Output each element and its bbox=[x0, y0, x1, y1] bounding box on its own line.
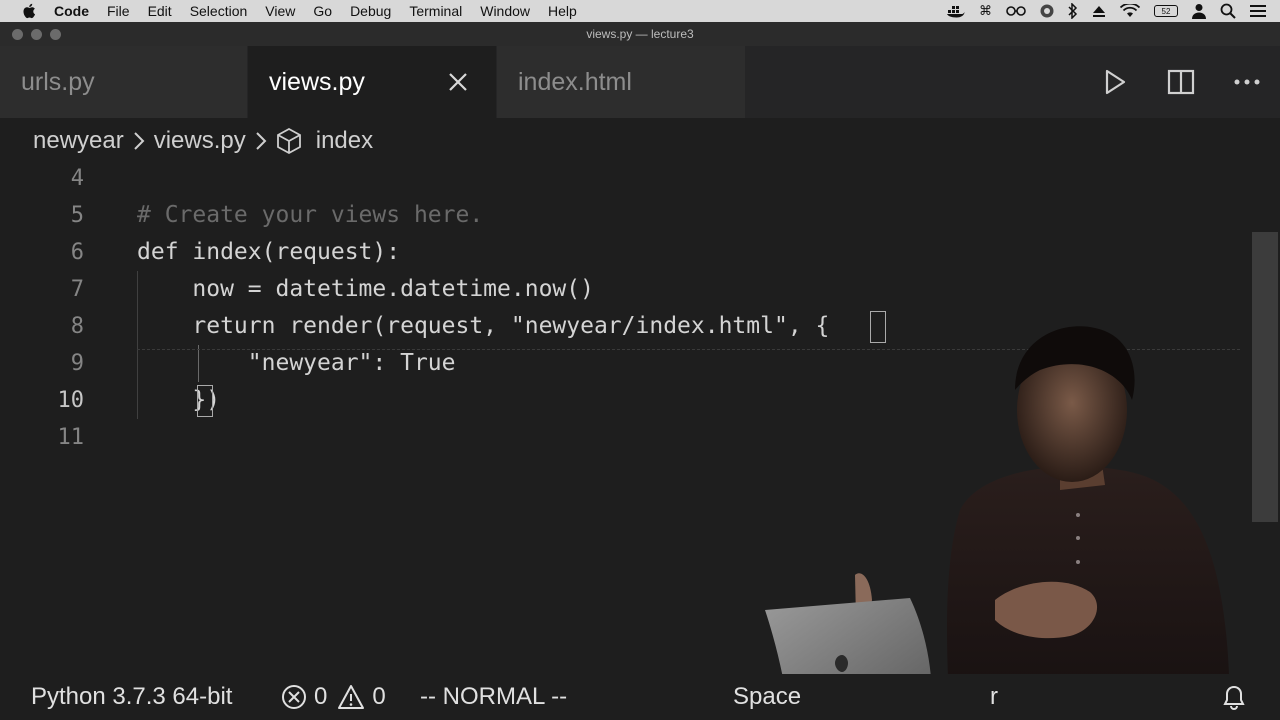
breadcrumb-symbol[interactable]: index bbox=[316, 127, 373, 155]
tab-index-html[interactable]: index.html bbox=[497, 46, 745, 118]
line-number: 4 bbox=[70, 166, 84, 191]
line-number: 5 bbox=[70, 203, 84, 228]
menu-help[interactable]: Help bbox=[548, 3, 577, 19]
code-line: "newyear": True bbox=[137, 350, 456, 376]
chevron-right-icon bbox=[254, 130, 268, 152]
indentation-label: Space bbox=[733, 683, 802, 710]
menu-selection[interactable]: Selection bbox=[190, 3, 248, 19]
tab-label: urls.py bbox=[21, 67, 95, 96]
command-key-icon[interactable]: ⌘ bbox=[979, 3, 992, 19]
tab-label: views.py bbox=[269, 67, 365, 96]
menu-go[interactable]: Go bbox=[313, 3, 332, 19]
menu-window[interactable]: Window bbox=[480, 3, 530, 19]
line-number: 9 bbox=[70, 351, 84, 376]
bracket-match-highlight bbox=[197, 385, 213, 417]
window-title-bar: views.py — lecture3 bbox=[0, 22, 1280, 46]
zoom-window-button[interactable] bbox=[50, 29, 61, 40]
error-circle-icon bbox=[281, 684, 307, 710]
status-bar: Python 3.7.3 64-bit 0 0 -- NORMAL -- Spa… bbox=[0, 674, 1280, 720]
control-list-icon[interactable] bbox=[1250, 4, 1266, 18]
line-number: 8 bbox=[70, 314, 84, 339]
window-title: views.py — lecture3 bbox=[586, 27, 694, 41]
menu-file[interactable]: File bbox=[107, 3, 130, 19]
line-number-gutter: 4 5 6 7 8 9 10 11 bbox=[0, 164, 100, 674]
tab-urls-py[interactable]: urls.py bbox=[0, 46, 247, 118]
code-line: return render(request, "newyear/index.ht… bbox=[137, 313, 830, 339]
menu-debug[interactable]: Debug bbox=[350, 3, 391, 19]
menu-terminal[interactable]: Terminal bbox=[409, 3, 462, 19]
vim-mode-label: -- NORMAL -- bbox=[420, 683, 568, 710]
glasses-icon[interactable] bbox=[1006, 5, 1026, 17]
user-icon[interactable] bbox=[1192, 3, 1206, 19]
tab-label: index.html bbox=[518, 67, 632, 96]
warning-count: 0 bbox=[372, 683, 386, 710]
menu-app-code[interactable]: Code bbox=[54, 3, 89, 19]
breadcrumb-file[interactable]: views.py bbox=[154, 127, 246, 155]
breadcrumb-folder[interactable]: newyear bbox=[33, 127, 124, 155]
close-tab-icon[interactable] bbox=[444, 68, 472, 96]
presenter-video-overlay bbox=[760, 300, 1260, 720]
code-line: now = datetime.datetime.now() bbox=[137, 276, 594, 302]
bluetooth-icon[interactable] bbox=[1068, 3, 1078, 19]
menu-view[interactable]: View bbox=[265, 3, 295, 19]
run-play-icon[interactable] bbox=[1082, 69, 1148, 95]
notifications-bell-icon[interactable] bbox=[1222, 674, 1246, 720]
error-count: 0 bbox=[314, 683, 328, 710]
docker-icon[interactable] bbox=[947, 4, 965, 18]
editor-tab-bar: urls.py views.py index.html bbox=[0, 46, 1280, 118]
breadcrumb: newyear views.py index bbox=[0, 118, 1280, 164]
line-number: 10 bbox=[57, 388, 85, 413]
line-number: 6 bbox=[70, 240, 84, 265]
split-editor-icon[interactable] bbox=[1148, 69, 1214, 95]
line-number: 11 bbox=[57, 425, 85, 450]
interpreter-label: Python 3.7.3 64-bit bbox=[31, 683, 233, 710]
status-partial-label: r bbox=[990, 683, 998, 710]
mac-menu-bar: Code File Edit Selection View Go Debug T… bbox=[0, 0, 1280, 22]
spotlight-search-icon[interactable] bbox=[1220, 3, 1236, 19]
tab-views-py[interactable]: views.py bbox=[248, 46, 496, 118]
close-window-button[interactable] bbox=[12, 29, 23, 40]
editor-actions bbox=[1082, 46, 1280, 118]
warning-triangle-icon bbox=[337, 684, 365, 710]
line-number: 7 bbox=[70, 277, 84, 302]
eject-icon[interactable] bbox=[1092, 4, 1106, 18]
wifi-icon[interactable] bbox=[1120, 4, 1140, 18]
vim-mode-status: -- NORMAL -- bbox=[420, 674, 567, 720]
menu-edit[interactable]: Edit bbox=[148, 3, 172, 19]
shield-icon[interactable] bbox=[1040, 3, 1054, 19]
python-interpreter-status[interactable]: Python 3.7.3 64-bit bbox=[31, 674, 232, 720]
chevron-right-icon bbox=[132, 130, 146, 152]
more-actions-icon[interactable] bbox=[1214, 78, 1280, 86]
method-cube-icon bbox=[276, 127, 302, 155]
apple-logo-icon[interactable] bbox=[18, 3, 40, 19]
status-partial-item[interactable]: r bbox=[990, 674, 998, 720]
code-line: # Create your views here. bbox=[137, 202, 484, 228]
minimize-window-button[interactable] bbox=[31, 29, 42, 40]
battery-icon[interactable]: 52 bbox=[1154, 5, 1178, 17]
problems-status[interactable]: 0 0 bbox=[281, 674, 386, 720]
code-line: def index(request): bbox=[137, 239, 401, 265]
indentation-status[interactable]: Space bbox=[733, 674, 801, 720]
window-controls bbox=[12, 29, 61, 40]
menubar-status-area: ⌘ 52 bbox=[947, 0, 1266, 22]
